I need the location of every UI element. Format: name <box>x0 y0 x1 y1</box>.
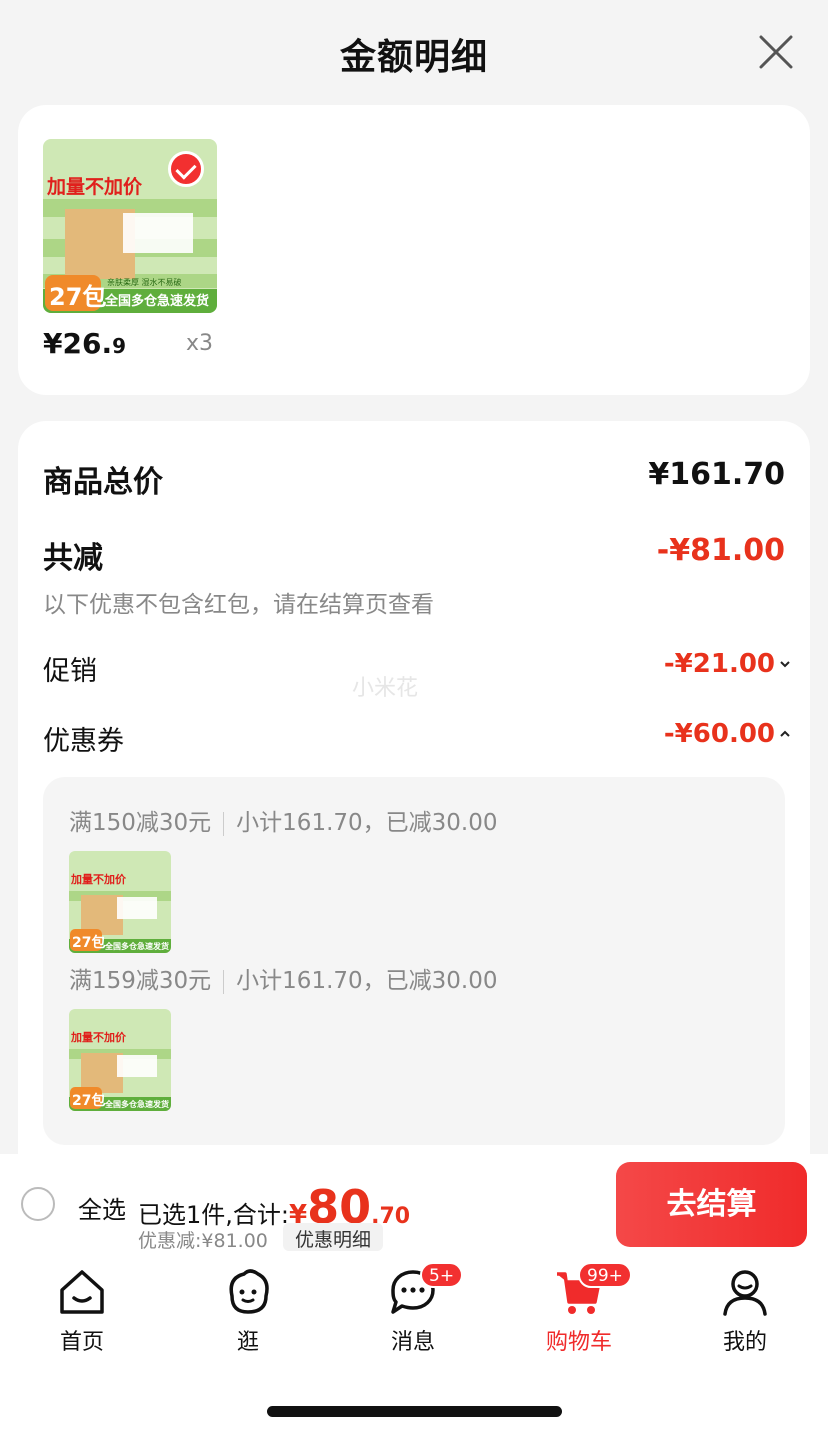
product-quantity: x3 <box>186 331 214 356</box>
coupon-info: 小计161.70，已减30.00 <box>236 968 498 994</box>
coupon-image-strip: 全国多仓急速发货 <box>104 1099 169 1109</box>
select-all-radio[interactable] <box>21 1187 55 1221</box>
amount-detail-sheet: 金额明细 加量不加价 27包 全国多仓急速发货 亲肤柔厚 湿水不易破 ¥26.9… <box>0 0 828 1154</box>
chevron-down-icon[interactable] <box>779 658 791 670</box>
total-price-amount: ¥161.70 <box>648 457 785 492</box>
total-reduction-label: 共减 <box>43 541 103 576</box>
product-image-tagline: 加量不加价 <box>46 176 143 198</box>
tab-label: 消息 <box>390 1330 435 1355</box>
coupon-image-count: 27包 <box>72 934 105 951</box>
discount-amount: 优惠减:¥81.00 <box>138 1230 268 1252</box>
promotion-label: 促销 <box>43 656 97 687</box>
coupon-row[interactable]: 优惠券 -¥60.00 <box>43 719 790 757</box>
discount-note: 以下优惠不包含红包，请在结算页查看 <box>43 592 434 618</box>
face-icon <box>229 1269 269 1314</box>
divider <box>223 969 225 994</box>
coupon-info: 小计161.70，已减30.00 <box>236 810 498 836</box>
tab-profile[interactable]: 我的 <box>690 1266 800 1356</box>
select-all-label[interactable]: 全选 <box>78 1190 126 1225</box>
selected-check-icon[interactable] <box>168 151 204 187</box>
checkout-bar: 全选 已选1件,合计:¥80.70 优惠减:¥81.00 优惠明细 去结算 <box>0 1154 828 1254</box>
user-icon <box>723 1270 767 1316</box>
sheet-header: 金额明细 <box>0 0 828 104</box>
message-badge: 5+ <box>420 1262 464 1288</box>
tab-cart[interactable]: 购物车 99+ <box>524 1262 634 1356</box>
tab-messages[interactable]: 消息 5+ <box>358 1262 468 1356</box>
product-card: 加量不加价 27包 全国多仓急速发货 亲肤柔厚 湿水不易破 ¥26.9 x3 <box>18 105 810 395</box>
bottom-tab-bar: 首页 逛 消息 5+ 购物车 99+ 我的 <box>0 1254 828 1434</box>
tab-label: 首页 <box>59 1330 104 1355</box>
tab-label: 购物车 <box>545 1330 612 1355</box>
coupon-image-count: 27包 <box>72 1092 105 1109</box>
coupon-label: 优惠券 <box>43 726 124 757</box>
product-image-sub: 亲肤柔厚 湿水不易破 <box>107 277 182 287</box>
tab-label: 我的 <box>722 1330 767 1355</box>
product-price-dec: 9 <box>112 334 127 358</box>
watermark: 小米花 <box>352 676 419 701</box>
promotion-amount: -¥21.00 <box>663 649 775 679</box>
product-price-int: ¥26. <box>43 327 113 360</box>
coupon-product-image[interactable]: 加量不加价 27包 全国多仓急速发货 <box>69 851 171 953</box>
cart-badge: 99+ <box>578 1262 632 1288</box>
coupon-rule: 满159减30元 <box>69 968 212 994</box>
total-price-row: 商品总价 ¥161.70 <box>43 457 785 500</box>
chevron-up-icon[interactable] <box>779 728 791 740</box>
total-reduction-amount: -¥81.00 <box>656 533 785 568</box>
summary-prefix: 已选1件,合计: <box>138 1201 289 1229</box>
coupon-amount: -¥60.00 <box>663 719 775 749</box>
coupon-detail-box: 满150减30元 小计161.70，已减30.00 加量不加价 27包 全国多仓急… <box>43 777 785 1145</box>
product-price: ¥26.9 <box>43 327 126 360</box>
total-price-label: 商品总价 <box>43 465 163 500</box>
close-icon[interactable] <box>758 34 794 70</box>
price-detail-card: 商品总价 ¥161.70 共减 -¥81.00 以下优惠不包含红包，请在结算页查… <box>18 421 810 1154</box>
discount-detail-button[interactable]: 优惠明细 <box>283 1223 384 1251</box>
sheet-title: 金额明细 <box>339 37 488 78</box>
coupon-image-tagline: 加量不加价 <box>70 1030 127 1044</box>
checkout-button[interactable]: 去结算 <box>616 1162 807 1247</box>
divider <box>223 811 225 836</box>
coupon-rule: 满150减30元 <box>69 810 212 836</box>
home-indicator <box>267 1406 562 1417</box>
coupon-line-2: 满159减30元 小计161.70，已减30.00 <box>69 961 498 995</box>
home-icon <box>60 1270 104 1314</box>
tab-label: 逛 <box>236 1330 259 1355</box>
product-image-strip: 全国多仓急速发货 <box>104 293 209 309</box>
coupon-image-tagline: 加量不加价 <box>70 872 127 886</box>
tab-explore[interactable]: 逛 <box>193 1266 303 1356</box>
tab-home[interactable]: 首页 <box>27 1266 137 1356</box>
total-reduction-row: 共减 -¥81.00 <box>43 533 785 576</box>
coupon-image-strip: 全国多仓急速发货 <box>104 941 169 951</box>
product-image-count: 27包 <box>49 283 106 311</box>
coupon-product-image[interactable]: 加量不加价 27包 全国多仓急速发货 <box>69 1009 171 1111</box>
coupon-line-1: 满150减30元 小计161.70，已减30.00 <box>69 803 498 837</box>
